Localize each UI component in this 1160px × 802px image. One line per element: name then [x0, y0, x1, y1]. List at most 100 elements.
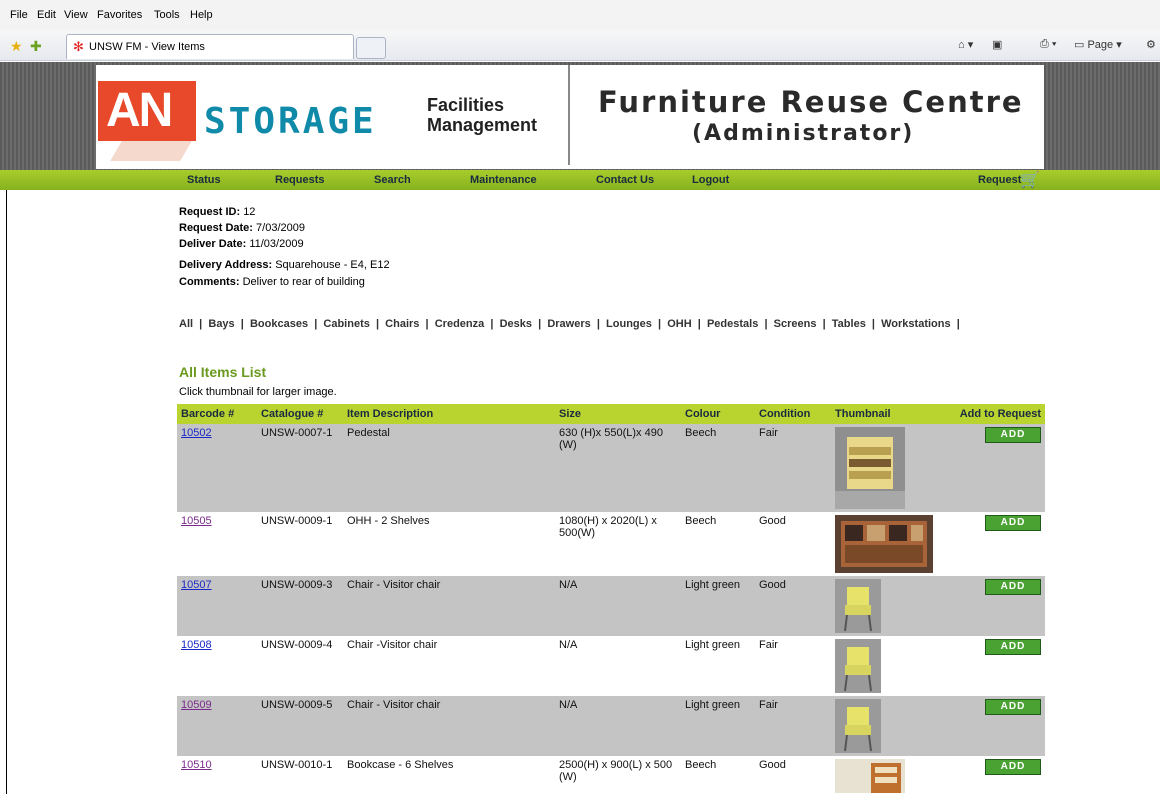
- category-separator: |: [651, 318, 668, 330]
- comments: Comments: Deliver to rear of building: [179, 276, 365, 288]
- delivery-address-label: Delivery Address:: [179, 259, 273, 271]
- request-id: Request ID: 12: [179, 206, 255, 218]
- add-button[interactable]: ADD: [985, 639, 1041, 655]
- header-barcode[interactable]: Barcode #: [177, 404, 257, 424]
- header-thumbnail: Thumbnail: [831, 404, 953, 424]
- header-description[interactable]: Item Description: [343, 404, 555, 424]
- category-link-workstations[interactable]: Workstations: [881, 318, 950, 330]
- browser-tab[interactable]: ✻ UNSW FM - View Items: [66, 34, 354, 59]
- add-button[interactable]: ADD: [985, 759, 1041, 775]
- category-link-credenza[interactable]: Credenza: [435, 318, 485, 330]
- catalogue-cell: UNSW-0009-5: [257, 696, 343, 756]
- condition-cell: Fair: [755, 696, 831, 756]
- colour-cell: Beech: [681, 512, 755, 576]
- logo-shadow: [110, 141, 192, 161]
- menu-file[interactable]: File: [10, 9, 28, 21]
- category-link-screens[interactable]: Screens: [774, 318, 817, 330]
- menu-help[interactable]: Help: [190, 9, 213, 21]
- category-link-all[interactable]: All: [179, 318, 193, 330]
- description-cell: Chair - Visitor chair: [343, 696, 555, 756]
- category-link-ohh[interactable]: OHH: [667, 318, 691, 330]
- table-row: 10509 UNSW-0009-5 Chair - Visitor chair …: [177, 696, 1045, 756]
- category-link-bookcases[interactable]: Bookcases: [250, 318, 308, 330]
- header-condition[interactable]: Condition: [755, 404, 831, 424]
- category-separator: |: [308, 318, 324, 330]
- home-icon[interactable]: ⌂ ▾: [958, 38, 973, 51]
- chair-thumbnail[interactable]: [835, 699, 881, 753]
- description-cell: Chair -Visitor chair: [343, 636, 555, 696]
- category-separator: |: [950, 318, 966, 330]
- site-banner: AN STORAGE Facilities Management Furnitu…: [96, 65, 1044, 169]
- size-cell: 1080(H) x 2020(L) x 500(W): [555, 512, 681, 576]
- condition-cell: Good: [755, 756, 831, 802]
- category-link-cabinets[interactable]: Cabinets: [323, 318, 369, 330]
- category-separator: |: [816, 318, 832, 330]
- add-button[interactable]: ADD: [985, 579, 1041, 595]
- category-link-bays[interactable]: Bays: [208, 318, 234, 330]
- new-tab-button[interactable]: [356, 37, 386, 59]
- facilities-line1: Facilities: [427, 95, 505, 115]
- barcode-link[interactable]: 10507: [181, 579, 212, 591]
- catalogue-cell: UNSW-0010-1: [257, 756, 343, 802]
- banner-divider: [568, 65, 570, 165]
- table-row: 10508 UNSW-0009-4 Chair -Visitor chair N…: [177, 636, 1045, 696]
- page-menu[interactable]: ▭ Page ▾: [1074, 38, 1122, 51]
- cart-icon[interactable]: 🛒: [1020, 170, 1040, 190]
- favorites-star-icon[interactable]: ★: [10, 38, 23, 55]
- barcode-link[interactable]: 10502: [181, 427, 212, 439]
- site-subtitle: (Administrator): [692, 121, 915, 146]
- category-link-lounges[interactable]: Lounges: [606, 318, 652, 330]
- print-icon[interactable]: ⎙ ▾: [1040, 38, 1056, 51]
- catalogue-cell: UNSW-0009-3: [257, 576, 343, 636]
- pedestal-thumbnail[interactable]: [835, 427, 905, 509]
- colour-cell: Light green: [681, 576, 755, 636]
- header-size[interactable]: Size: [555, 404, 681, 424]
- table-row: 10502 UNSW-0007-1 Pedestal 630 (H)x 550(…: [177, 424, 1045, 512]
- barcode-link[interactable]: 10510: [181, 759, 212, 771]
- menu-edit[interactable]: Edit: [37, 9, 56, 21]
- feeds-icon[interactable]: ▣: [992, 38, 1002, 51]
- barcode-link[interactable]: 10505: [181, 515, 212, 527]
- category-link-chairs[interactable]: Chairs: [385, 318, 419, 330]
- nav-requests[interactable]: Requests: [275, 174, 325, 186]
- category-separator: |: [532, 318, 548, 330]
- add-button[interactable]: ADD: [985, 515, 1041, 531]
- catalogue-cell: UNSW-0007-1: [257, 424, 343, 512]
- deliver-date: Deliver Date: 11/03/2009: [179, 238, 304, 250]
- category-separator: |: [193, 318, 209, 330]
- menu-favorites[interactable]: Favorites: [97, 9, 142, 21]
- add-button[interactable]: ADD: [985, 699, 1041, 715]
- barcode-link[interactable]: 10508: [181, 639, 212, 651]
- bookcase-thumbnail[interactable]: [835, 759, 905, 793]
- menu-view[interactable]: View: [64, 9, 88, 21]
- nav-search[interactable]: Search: [374, 174, 411, 186]
- nav-contact-us[interactable]: Contact Us: [596, 174, 654, 186]
- table-row: 10510 UNSW-0010-1 Bookcase - 6 Shelves 2…: [177, 756, 1045, 802]
- category-separator: |: [590, 318, 607, 330]
- add-button[interactable]: ADD: [985, 427, 1041, 443]
- header-catalogue[interactable]: Catalogue #: [257, 404, 343, 424]
- site-favicon-icon: ✻: [73, 39, 84, 54]
- category-link-drawers[interactable]: Drawers: [547, 318, 590, 330]
- category-link-desks[interactable]: Desks: [500, 318, 532, 330]
- size-cell: N/A: [555, 696, 681, 756]
- add-favorite-icon[interactable]: ✚: [30, 38, 42, 55]
- category-link-tables[interactable]: Tables: [832, 318, 866, 330]
- nav-logout[interactable]: Logout: [692, 174, 729, 186]
- catalogue-cell: UNSW-0009-4: [257, 636, 343, 696]
- tools-gear-icon[interactable]: ⚙: [1146, 38, 1156, 51]
- nav-maintenance[interactable]: Maintenance: [470, 174, 537, 186]
- chair-thumbnail[interactable]: [835, 639, 881, 693]
- menu-tools[interactable]: Tools: [154, 9, 180, 21]
- nav-request[interactable]: Request: [978, 174, 1021, 186]
- header-colour[interactable]: Colour: [681, 404, 755, 424]
- shelves-thumbnail[interactable]: [835, 515, 933, 573]
- category-separator: |: [758, 318, 774, 330]
- barcode-link[interactable]: 10509: [181, 699, 212, 711]
- category-link-pedestals[interactable]: Pedestals: [707, 318, 758, 330]
- description-cell: Pedestal: [343, 424, 555, 512]
- chair-thumbnail[interactable]: [835, 579, 881, 633]
- delivery-address-value: Squarehouse - E4, E12: [275, 259, 390, 271]
- nav-status[interactable]: Status: [187, 174, 221, 186]
- items-table: Barcode # Catalogue # Item Description S…: [177, 404, 1045, 802]
